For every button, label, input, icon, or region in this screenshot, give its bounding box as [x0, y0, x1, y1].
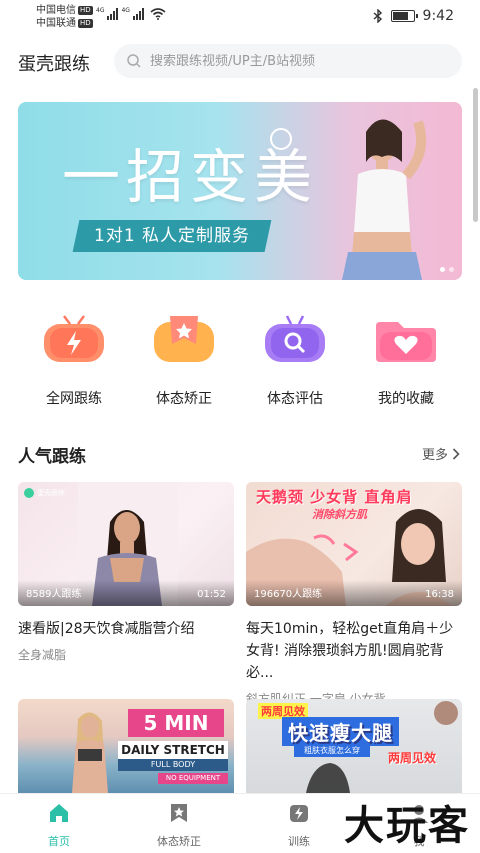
carrier-2: 中国联通: [36, 18, 76, 29]
header: 蛋壳跟练: [0, 44, 480, 80]
video-card[interactable]: 蛋壳跟练 8589人跟练 01:52 速看版|28天饮食减脂营介绍 全身减脂: [18, 482, 234, 663]
signal-indicators: 4G 4G: [96, 8, 166, 20]
video-tags: 全身减脂: [18, 648, 67, 662]
banner-model-image: [342, 119, 426, 280]
clock: 9:42: [422, 8, 454, 24]
video-thumbnail: 5 MIN DAILY STRETCH FULL BODY NO EQUIPME…: [18, 699, 234, 793]
video-thumbnail: 蛋壳跟练 8589人跟练 01:52: [18, 482, 234, 606]
thumbnail-line-2: FULL BODY: [118, 759, 228, 771]
more-link[interactable]: 更多: [422, 444, 460, 463]
thumbnail-meta: 196670人跟练 16:38: [246, 580, 462, 606]
home-icon: [50, 804, 68, 822]
chevron-right-icon: [452, 447, 460, 460]
banner-ring-decoration: [270, 128, 292, 150]
signal-icon: [132, 8, 144, 20]
thumbnail-line-1: DAILY STRETCH: [118, 741, 228, 759]
tab-posture-correction[interactable]: 体态矫正: [139, 802, 219, 849]
quick-action-label: 体态矫正: [156, 391, 212, 407]
video-card[interactable]: 5 MIN DAILY STRETCH FULL BODY NO EQUIPME…: [18, 699, 234, 793]
quick-actions: 全网跟练 体态矫正 体态评估 我的收藏: [0, 314, 480, 408]
star-tv-icon: [154, 316, 214, 362]
video-duration: 16:38: [425, 589, 454, 600]
participant-count: 8589人跟练: [26, 589, 82, 600]
status-bar: 中国电信 HD 中国联通 HD 4G 4G 9:42: [0, 0, 480, 34]
hd-badge: HD: [78, 19, 93, 28]
banner-subline: 1对1 私人定制服务: [72, 220, 272, 252]
bookmark-star-icon: [171, 804, 187, 822]
search-bar[interactable]: [114, 44, 462, 78]
video-card[interactable]: 两周见效 快速瘦大腿 粗肤衣服怎么穿 两周见效: [246, 699, 462, 793]
video-duration: 01:52: [197, 589, 226, 600]
participant-count: 196670人跟练: [254, 589, 323, 600]
scrollbar[interactable]: [473, 88, 478, 222]
bluetooth-icon: [373, 9, 382, 23]
video-thumbnail: 天鹅颈 少女背 直角肩 消除斜方肌 196670人跟练 16:38: [246, 482, 462, 606]
network-label: 4G: [121, 7, 130, 14]
quick-action-favorites[interactable]: 我的收藏: [361, 314, 451, 408]
app-title: 蛋壳跟练: [18, 54, 90, 75]
more-label: 更多: [421, 448, 448, 463]
section-title: 人气跟练: [18, 447, 86, 467]
lightning-tv-icon: [44, 315, 104, 362]
search-icon: [127, 54, 141, 68]
thumbnail-image: [306, 701, 458, 793]
network-label: 4G: [96, 7, 105, 14]
video-card[interactable]: 天鹅颈 少女背 直角肩 消除斜方肌 196670人跟练 16:38 每天10mi…: [246, 482, 462, 707]
quick-action-posture-correction[interactable]: 体态矫正: [139, 314, 229, 408]
quick-action-label: 体态评估: [267, 391, 323, 407]
hd-badge: HD: [78, 6, 93, 15]
tab-home[interactable]: 首页: [19, 802, 99, 849]
battery-icon: [390, 10, 418, 22]
promo-banner[interactable]: 一招变美 1对1 私人定制服务: [18, 102, 462, 280]
pagination-dot: [449, 267, 454, 272]
watermark-logo: 大玩客: [344, 803, 470, 849]
quick-action-label: 我的收藏: [378, 391, 434, 407]
tab-label: 训练: [288, 835, 310, 848]
video-title: 速看版|28天饮食减脂营介绍: [18, 621, 195, 637]
tab-label: 首页: [48, 835, 70, 848]
thumbnail-line-3: NO EQUIPMENT: [158, 773, 228, 784]
quick-action-label: 全网跟练: [46, 391, 102, 407]
quick-action-all-follow[interactable]: 全网跟练: [29, 314, 119, 408]
tab-training[interactable]: 训练: [259, 802, 339, 849]
wifi-icon: [150, 8, 166, 20]
video-thumbnail: 两周见效 快速瘦大腿 粗肤衣服怎么穿 两周见效: [246, 699, 462, 793]
quick-action-posture-assessment[interactable]: 体态评估: [250, 314, 340, 408]
heart-folder-icon: [376, 322, 436, 362]
lightning-icon: [290, 805, 308, 822]
magnifier-tv-icon: [265, 315, 325, 362]
banner-pagination: [440, 267, 454, 272]
video-title: 每天10min，轻松get直角肩＋少女背! 消除猥琐斜方肌!圆肩驼背必...: [246, 621, 454, 681]
tab-label: 体态矫正: [157, 835, 201, 848]
status-right: 9:42: [373, 8, 454, 24]
carrier-1: 中国电信: [36, 5, 76, 16]
pagination-dot: [440, 267, 445, 272]
search-input[interactable]: [150, 53, 440, 69]
carrier-info: 中国电信 HD 中国联通 HD: [36, 4, 93, 30]
thumbnail-big-label: 5 MIN: [128, 709, 224, 737]
signal-icon: [107, 8, 119, 20]
thumbnail-meta: 8589人跟练 01:52: [18, 580, 234, 606]
